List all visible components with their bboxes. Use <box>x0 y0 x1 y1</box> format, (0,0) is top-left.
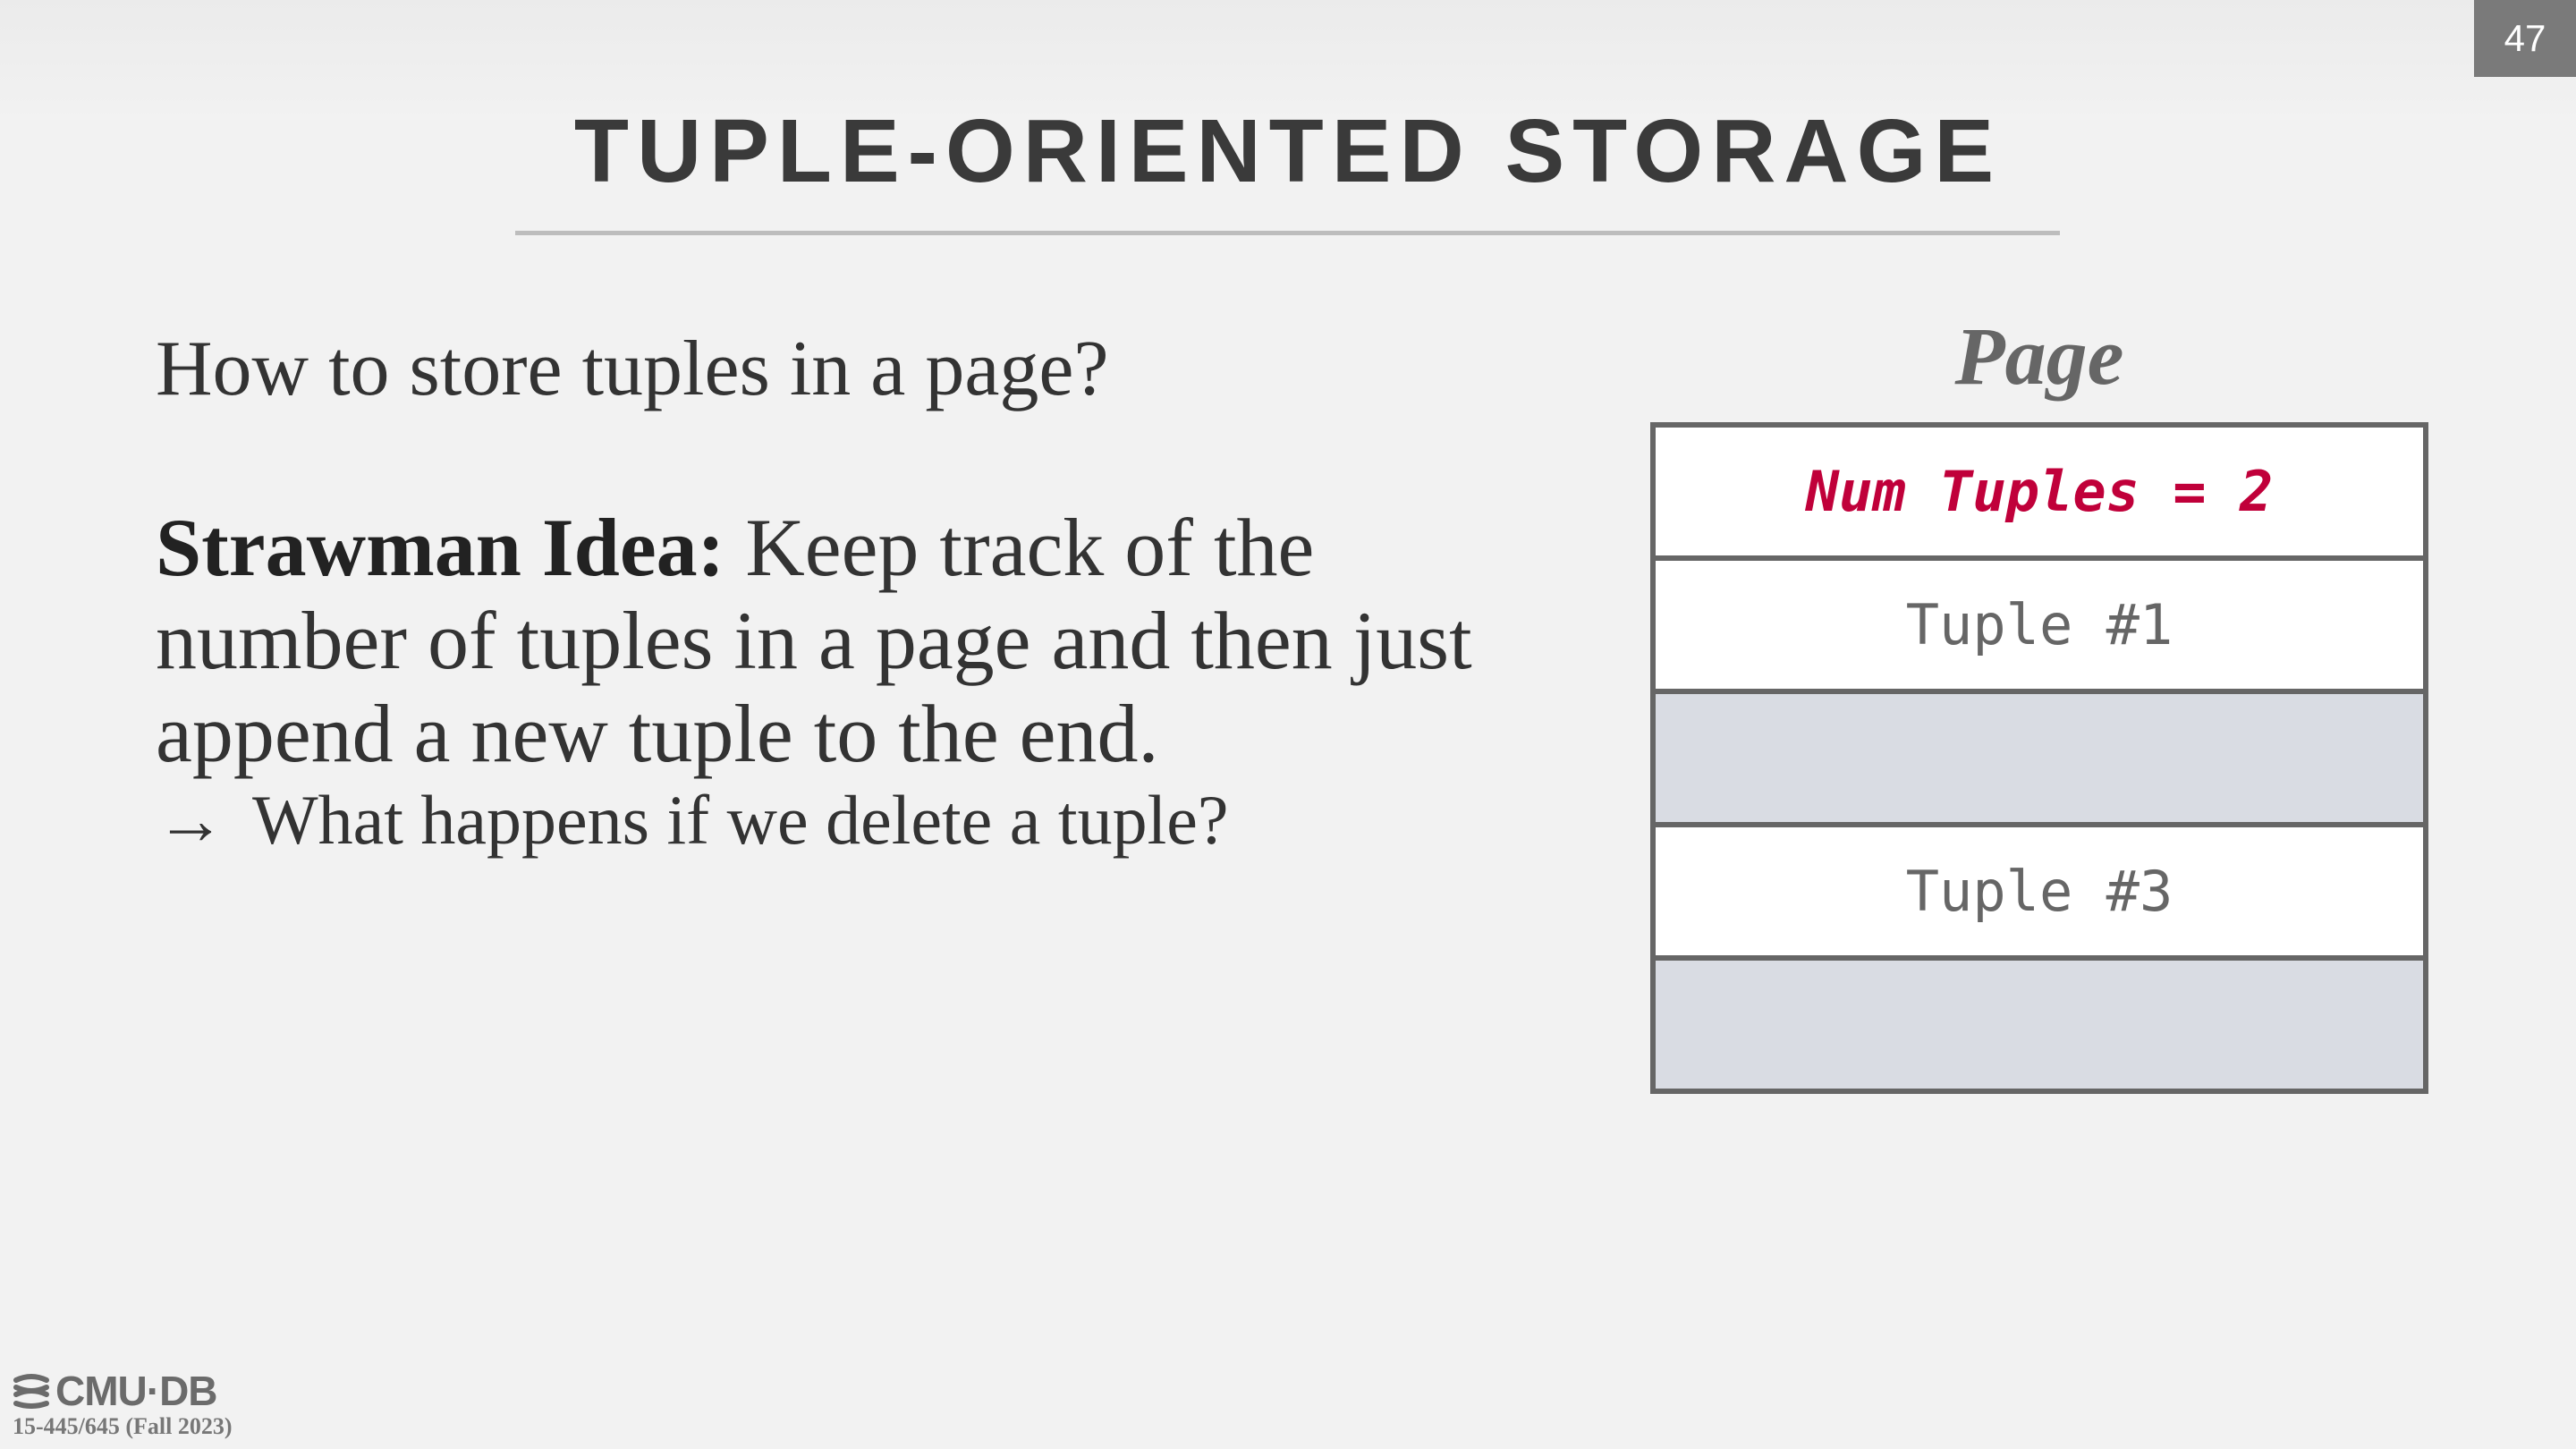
page-diagram: Num Tuples = 2 Tuple #1 Tuple #3 <box>1650 422 2428 1094</box>
question-text: How to store tuples in a page? <box>156 326 1109 412</box>
slide-number: 47 <box>2474 0 2576 77</box>
strawman-paragraph: Strawman Idea: Keep track of the number … <box>156 501 1497 780</box>
slide-title: TUPLE-ORIENTED STORAGE <box>573 101 2003 201</box>
title-underline <box>515 231 2060 235</box>
tuple-slot: Tuple #3 <box>1656 827 2423 961</box>
database-icon <box>13 1374 49 1409</box>
cmu-db-logo: CMU·DB <box>13 1367 218 1415</box>
tuple-slot: Tuple #1 <box>1656 561 2423 694</box>
logo-text: CMU·DB <box>55 1368 218 1414</box>
strawman-label: Strawman Idea: <box>156 502 725 593</box>
course-label: 15-445/645 (Fall 2023) <box>13 1413 233 1439</box>
followup-text: What happens if we delete a tuple? <box>252 781 1229 859</box>
empty-slot <box>1656 694 2423 827</box>
empty-slot <box>1656 961 2423 1094</box>
followup-bullet: → What happens if we delete a tuple? <box>156 780 1229 860</box>
arrow-icon: → <box>156 781 225 859</box>
page-header-slot: Num Tuples = 2 <box>1656 428 2423 561</box>
page-label: Page <box>1954 310 2124 402</box>
